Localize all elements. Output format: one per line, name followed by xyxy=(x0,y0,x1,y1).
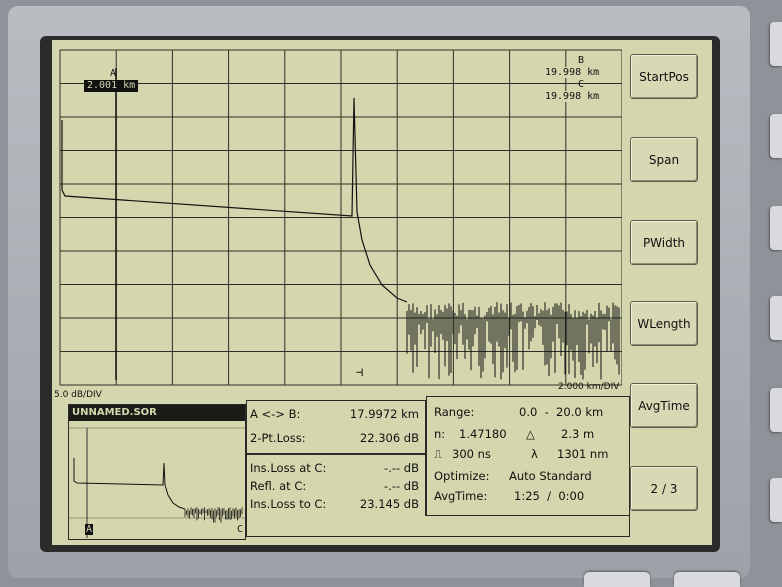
refl-at-c-label: Refl. at C: xyxy=(250,479,307,493)
marker-a-label: A xyxy=(110,68,117,79)
hardware-bottom-button-1[interactable] xyxy=(584,572,650,587)
settings-panel: Range: 0.0 - 20.0 km n: 1.47180 △ 2.3 m … xyxy=(426,396,630,516)
softkey-2-3[interactable]: 2 / 3 xyxy=(630,466,698,511)
otdr-display: ⊣ A 2.001 km B 19.998 km C 19.998 km 5.0… xyxy=(52,40,712,545)
marker-b-readout: 19.998 km xyxy=(545,67,600,78)
event-c-panel: Ins.Loss at C: -.-- dB Refl. at C: -.-- … xyxy=(246,454,426,520)
marker-c-label: C xyxy=(578,79,585,90)
two-pt-loss-label: 2-Pt.Loss: xyxy=(250,431,306,445)
n-value: 1.47180 xyxy=(459,427,507,441)
range-value: 0.0 - 20.0 km xyxy=(519,405,604,419)
ab-distance-value: 17.9972 km xyxy=(349,407,419,421)
vertical-scale-label: 5.0 dB/DIV xyxy=(54,390,102,400)
optimize-value: Auto Standard xyxy=(509,469,592,483)
hardware-button-5[interactable] xyxy=(770,388,782,432)
avgtime-label: AvgTime: xyxy=(434,489,488,503)
softkey-avgtime[interactable]: AvgTime xyxy=(630,383,698,428)
horizontal-scale-label: 2.000 km/DIV xyxy=(558,382,620,392)
two-pt-loss-value: 22.306 dB xyxy=(359,431,419,445)
marker-b-label: B xyxy=(578,55,585,66)
file-name: UNNAMED.SOR xyxy=(69,405,245,421)
trace-view[interactable]: ⊣ xyxy=(52,40,623,390)
hardware-button-6[interactable] xyxy=(770,478,782,522)
overview-thumbnail[interactable]: UNNAMED.SOR A C xyxy=(68,404,246,540)
softkey-wlength[interactable]: WLength xyxy=(630,301,698,346)
softkey-startpos[interactable]: StartPos xyxy=(630,54,698,99)
wavelength-value: 1301 nm xyxy=(557,447,609,461)
pulse-width-value: 300 ns xyxy=(452,447,491,461)
overview-trace xyxy=(69,423,245,539)
ins-loss-to-c-label: Ins.Loss to C: xyxy=(250,497,327,511)
ins-loss-at-c-label: Ins.Loss at C: xyxy=(250,461,327,475)
thumb-marker-a: A xyxy=(85,524,94,535)
marker-c-cursor-icon[interactable]: ⊣ xyxy=(356,365,363,379)
two-point-measurement-panel: A <-> B: 17.9972 km 2-Pt.Loss: 22.306 dB xyxy=(246,400,426,454)
refl-at-c-value: -.-- dB xyxy=(384,479,419,493)
ins-loss-at-c-value: -.-- dB xyxy=(384,461,419,475)
ins-loss-to-c-value: 23.145 dB xyxy=(359,497,419,511)
softkey-pwidth[interactable]: PWidth xyxy=(630,220,698,265)
hardware-button-1[interactable] xyxy=(770,22,782,66)
range-label: Range: xyxy=(434,405,475,419)
marker-a-readout: 2.001 km xyxy=(84,80,139,92)
hardware-button-2[interactable] xyxy=(770,114,782,158)
hardware-button-4[interactable] xyxy=(770,296,782,340)
marker-c-readout: 19.998 km xyxy=(545,91,600,102)
status-bar xyxy=(246,516,630,537)
thumb-marker-c: C xyxy=(237,524,244,535)
hardware-button-3[interactable] xyxy=(770,206,782,250)
avgtime-value: 1:25 / 0:00 xyxy=(514,489,585,503)
otdr-trace-chart: ⊣ xyxy=(52,40,623,390)
ab-distance-label: A <-> B: xyxy=(250,407,301,421)
resolution-value: 2.3 m xyxy=(561,427,595,441)
n-label: n: xyxy=(434,427,446,441)
hardware-bottom-button-2[interactable] xyxy=(674,572,740,587)
pulse-icon: ⎍ xyxy=(434,447,443,461)
lambda-icon: λ xyxy=(531,447,538,461)
softkey-span[interactable]: Span xyxy=(630,137,698,182)
optimize-label: Optimize: xyxy=(434,469,490,483)
delta-icon: △ xyxy=(526,427,535,441)
